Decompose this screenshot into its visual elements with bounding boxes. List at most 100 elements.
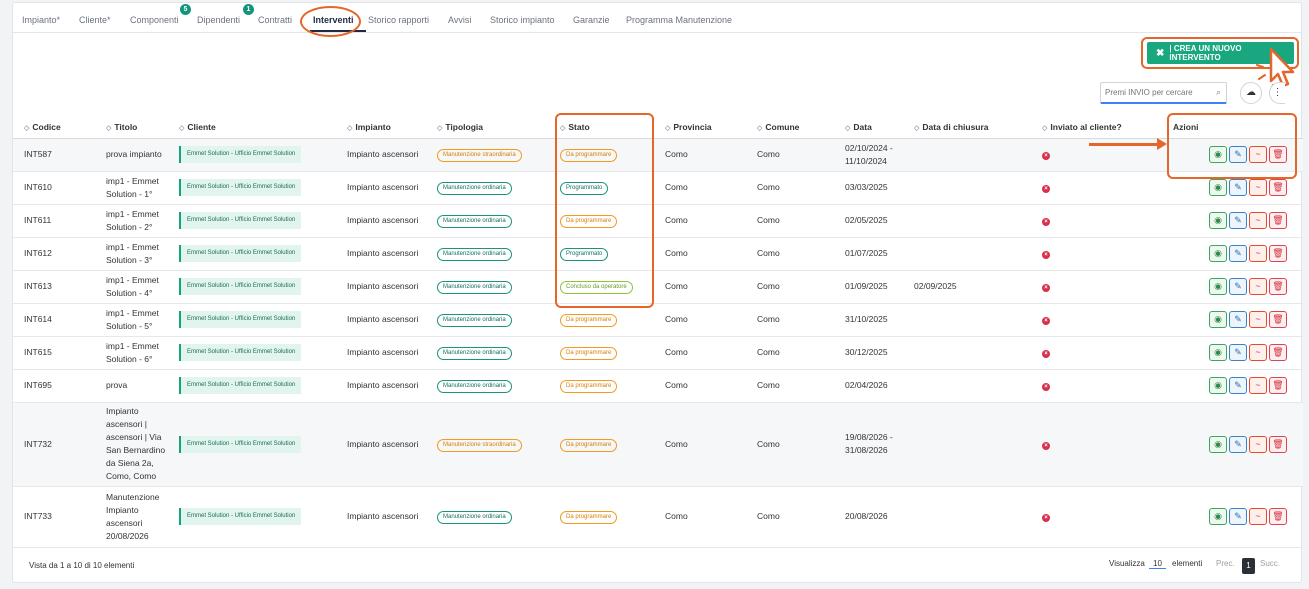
col-header-titolo[interactable]: ◇ Titolo (106, 116, 179, 139)
delete-button[interactable]: 🗑 (1269, 435, 1287, 453)
view-button[interactable]: ◉ (1209, 179, 1227, 196)
prev-page-button[interactable]: Prec. (1216, 559, 1235, 568)
cell-impianto: Impianto ascensori (347, 204, 437, 238)
edit-button[interactable]: ✎ (1229, 435, 1247, 453)
tab-cliente[interactable]: Cliente* (79, 15, 111, 25)
delete-button[interactable]: 🗑 (1269, 344, 1287, 361)
edit-button[interactable]: ✎ (1229, 278, 1247, 295)
page-size-select[interactable]: 10 (1149, 559, 1166, 569)
view-button[interactable]: ◉ (1209, 435, 1227, 453)
cell-data-chiusura (914, 336, 1042, 370)
sign-button[interactable]: ~ (1249, 212, 1267, 229)
edit-button[interactable]: ✎ (1229, 344, 1247, 361)
sign-button[interactable]: ~ (1249, 179, 1267, 196)
view-button[interactable]: ◉ (1209, 212, 1227, 229)
col-header-tipologia[interactable]: ◇ Tipologia (437, 116, 560, 139)
sign-button[interactable]: ~ (1249, 311, 1267, 328)
sign-button[interactable]: ~ (1249, 377, 1267, 394)
col-header-inviato[interactable]: ◇ Inviato al cliente? (1042, 116, 1173, 139)
next-page-button[interactable]: Succ. (1260, 559, 1280, 568)
view-button[interactable]: ◉ (1209, 311, 1227, 328)
pencil-icon: ✎ (1234, 380, 1242, 390)
tab-storico-rapporti[interactable]: Storico rapporti (368, 15, 429, 25)
search-input[interactable] (1101, 83, 1209, 101)
tab-componenti[interactable]: Componenti (130, 15, 179, 25)
cliente-tag[interactable]: Emmet Solution - Ufficio Emmet Solution (179, 377, 302, 394)
cliente-tag[interactable]: Emmet Solution - Ufficio Emmet Solution (179, 435, 302, 453)
cliente-tag[interactable]: Emmet Solution - Ufficio Emmet Solution (179, 179, 302, 196)
col-header-provincia[interactable]: ◇ Provincia (665, 116, 757, 139)
cell-data: 02/05/2025 (845, 204, 914, 238)
more-options-button[interactable]: ⋮ (1269, 82, 1285, 104)
sign-button[interactable]: ~ (1249, 508, 1267, 525)
edit-button[interactable]: ✎ (1229, 311, 1247, 328)
cliente-tag[interactable]: Emmet Solution - Ufficio Emmet Solution (179, 508, 302, 525)
sign-button[interactable]: ~ (1249, 344, 1267, 361)
delete-button[interactable]: 🗑 (1269, 311, 1287, 328)
tab-dipendenti[interactable]: Dipendenti (197, 15, 240, 25)
cell-titolo: Manutenzione Impianto ascensori 20/08/20… (106, 486, 179, 548)
sign-button[interactable]: ~ (1249, 435, 1267, 453)
tab-avvisi[interactable]: Avvisi (448, 15, 471, 25)
cliente-tag[interactable]: Emmet Solution - Ufficio Emmet Solution (179, 212, 302, 229)
cell-inviato: × (1042, 369, 1173, 403)
cell-titolo: prova impianto (106, 138, 179, 172)
tipologia-badge: Manutenzione ordinaria (437, 281, 512, 294)
tab-storico-impianto[interactable]: Storico impianto (490, 15, 555, 25)
cliente-tag[interactable]: Emmet Solution - Ufficio Emmet Solution (179, 278, 302, 295)
not-sent-icon: × (1042, 317, 1050, 325)
edit-button[interactable]: ✎ (1229, 245, 1247, 262)
tab-programma-manutenzione[interactable]: Programma Manutenzione (626, 15, 732, 25)
cell-comune: Como (757, 204, 845, 238)
cell-tipologia: Manutenzione ordinaria (437, 270, 560, 304)
cliente-tag[interactable]: Emmet Solution - Ufficio Emmet Solution (179, 146, 302, 163)
view-button[interactable]: ◉ (1209, 508, 1227, 525)
cell-impianto: Impianto ascensori (347, 336, 437, 370)
row-spacer (13, 204, 24, 238)
cliente-tag[interactable]: Emmet Solution - Ufficio Emmet Solution (179, 311, 302, 328)
cell-stato: Da programmare (560, 402, 665, 487)
delete-button[interactable]: 🗑 (1269, 508, 1287, 525)
trash-icon: 🗑 (1272, 511, 1284, 521)
col-header-cliente[interactable]: ◇ Cliente (179, 116, 347, 139)
col-header-impianto[interactable]: ◇ Impianto (347, 116, 437, 139)
cell-codice: INT614 (24, 303, 106, 337)
cell-azioni: ◉ ✎ ~ 🗑 (1173, 402, 1303, 487)
view-button[interactable]: ◉ (1209, 377, 1227, 394)
not-sent-icon: × (1042, 383, 1050, 391)
tab-contratti[interactable]: Contratti (258, 15, 292, 25)
sign-button[interactable]: ~ (1249, 245, 1267, 262)
cell-provincia: Como (665, 486, 757, 548)
not-sent-icon: × (1042, 350, 1050, 358)
delete-button[interactable]: 🗑 (1269, 179, 1287, 196)
col-header-data-chiusura[interactable]: ◇ Data di chiusura (914, 116, 1042, 139)
col-header-data[interactable]: ◇ Data (845, 116, 914, 139)
cell-stato: Da programmare (560, 369, 665, 403)
cell-codice: INT733 (24, 486, 106, 548)
cell-inviato: × (1042, 402, 1173, 487)
edit-button[interactable]: ✎ (1229, 377, 1247, 394)
pencil-icon: ✎ (1234, 215, 1242, 225)
cliente-tag[interactable]: Emmet Solution - Ufficio Emmet Solution (179, 245, 302, 262)
signature-icon: ~ (1255, 182, 1261, 192)
delete-button[interactable]: 🗑 (1269, 377, 1287, 394)
edit-button[interactable]: ✎ (1229, 179, 1247, 196)
delete-button[interactable]: 🗑 (1269, 245, 1287, 262)
cloud-download-button[interactable]: ☁ (1240, 82, 1262, 104)
view-button[interactable]: ◉ (1209, 278, 1227, 295)
sign-button[interactable]: ~ (1249, 278, 1267, 295)
col-header-codice[interactable]: ◇ Codice (24, 116, 106, 139)
delete-button[interactable]: 🗑 (1269, 278, 1287, 295)
tab-impianto[interactable]: Impianto* (22, 15, 60, 25)
col-header-comune[interactable]: ◇ Comune (757, 116, 845, 139)
table-row: INT612 imp1 - Emmet Solution - 3° Emmet So… (13, 237, 1303, 271)
cliente-tag[interactable]: Emmet Solution - Ufficio Emmet Solution (179, 344, 302, 361)
delete-button[interactable]: 🗑 (1269, 212, 1287, 229)
tab-garanzie[interactable]: Garanzie (573, 15, 610, 25)
page-1-button[interactable]: 1 (1242, 558, 1255, 574)
edit-button[interactable]: ✎ (1229, 508, 1247, 525)
view-button[interactable]: ◉ (1209, 245, 1227, 262)
edit-button[interactable]: ✎ (1229, 212, 1247, 229)
stato-badge: Da programmare (560, 314, 618, 327)
view-button[interactable]: ◉ (1209, 344, 1227, 361)
